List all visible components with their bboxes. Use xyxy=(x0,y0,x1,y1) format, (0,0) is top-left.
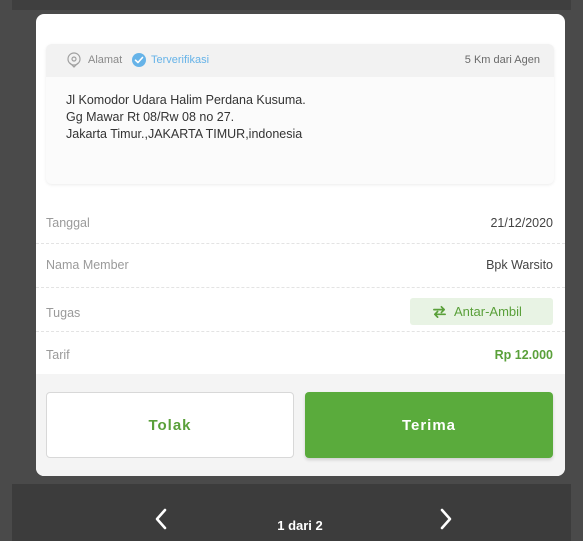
date-value: 21/12/2020 xyxy=(490,216,553,230)
address-label: Alamat xyxy=(88,54,123,66)
member-row: Nama Member Bpk Warsito xyxy=(36,244,565,288)
overlay-top-strip xyxy=(12,0,571,10)
address-line-3: Jakarta Timur.,JAKARTA TIMUR,indonesia xyxy=(66,127,303,141)
chevron-left-icon xyxy=(155,508,167,530)
task-badge: Antar-Ambil xyxy=(410,298,553,325)
address-box: Alamat Terverifikasi 5 Km dari Agen Jl K… xyxy=(46,44,554,184)
swap-arrows-icon xyxy=(433,305,446,318)
order-card: Alamat Terverifikasi 5 Km dari Agen Jl K… xyxy=(36,14,565,476)
accept-button[interactable]: Terima xyxy=(305,392,553,458)
tariff-label: Tarif xyxy=(46,348,70,362)
task-label: Tugas xyxy=(46,306,81,320)
reject-button[interactable]: Tolak xyxy=(46,392,294,458)
date-row: Tanggal 21/12/2020 xyxy=(36,200,565,244)
action-bar: Tolak Terima xyxy=(36,374,565,476)
address-line-2: Gg Mawar Rt 08/Rw 08 no 27. xyxy=(66,110,235,124)
chevron-right-icon xyxy=(440,508,452,530)
next-button[interactable] xyxy=(430,504,460,534)
pagination-bar: 1 dari 2 xyxy=(12,484,571,541)
address-text: Jl Komodor Udara Halim Perdana Kusuma. G… xyxy=(66,92,536,143)
address-header: Alamat Terverifikasi 5 Km dari Agen xyxy=(46,44,554,77)
member-label: Nama Member xyxy=(46,258,129,272)
tariff-row: Tarif Rp 12.000 xyxy=(36,332,565,376)
member-value: Bpk Warsito xyxy=(486,258,553,272)
check-circle-icon xyxy=(132,53,146,67)
distance-text: 5 Km dari Agen xyxy=(464,54,540,66)
task-row: Tugas Antar-Ambil xyxy=(36,288,565,332)
page-indicator: 1 dari 2 xyxy=(277,518,323,533)
verified-status: Terverifikasi xyxy=(151,54,210,66)
address-line-1: Jl Komodor Udara Halim Perdana Kusuma. xyxy=(66,93,306,107)
date-label: Tanggal xyxy=(46,216,90,230)
location-pin-icon xyxy=(67,52,81,68)
previous-button[interactable] xyxy=(147,504,177,534)
task-value: Antar-Ambil xyxy=(454,304,522,319)
tariff-value: Rp 12.000 xyxy=(494,348,553,362)
